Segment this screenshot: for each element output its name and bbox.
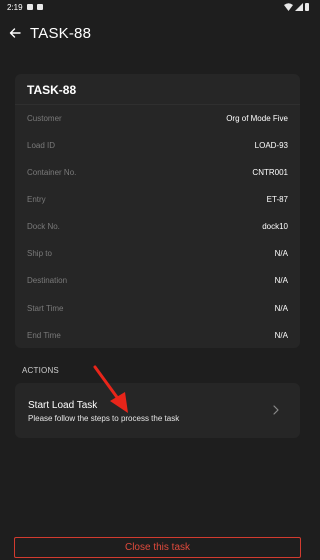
detail-row-destination: Destination N/A	[27, 273, 288, 287]
close-task-button[interactable]: Close this task	[14, 537, 301, 558]
detail-value: N/A	[274, 248, 288, 258]
detail-value: Org of Mode Five	[226, 113, 288, 123]
detail-value: CNTR001	[252, 167, 288, 177]
wifi-icon	[284, 3, 293, 11]
detail-label: Dock No.	[27, 221, 60, 231]
detail-label: Ship to	[27, 248, 52, 258]
card-title: TASK-88	[27, 83, 77, 97]
detail-row-dock-no: Dock No. dock10	[27, 219, 288, 233]
detail-value: dock10	[262, 221, 288, 231]
signal-icon	[295, 3, 303, 11]
app-bar: TASK-88	[0, 18, 315, 48]
card-divider	[15, 104, 300, 105]
detail-label: Start Time	[27, 303, 64, 313]
detail-value: N/A	[274, 330, 288, 340]
actions-section-label: ACTIONS	[22, 366, 59, 375]
detail-row-end-time: End Time N/A	[27, 328, 288, 342]
chevron-right-icon	[273, 405, 279, 415]
detail-row-start-time: Start Time N/A	[27, 301, 288, 315]
back-button[interactable]	[8, 26, 22, 40]
detail-value: ET-87	[266, 194, 288, 204]
detail-value: LOAD-93	[254, 140, 288, 150]
detail-label: Container No.	[27, 167, 77, 177]
status-left: 2:19	[7, 3, 43, 12]
detail-label: Entry	[27, 194, 46, 204]
detail-row-ship-to: Ship to N/A	[27, 246, 288, 260]
back-arrow-icon	[9, 28, 21, 38]
detail-value: N/A	[274, 275, 288, 285]
battery-icon	[305, 3, 309, 11]
detail-label: End Time	[27, 330, 61, 340]
action-title: Start Load Task	[28, 400, 98, 411]
task-details-card: TASK-88 Customer Org of Mode Five Load I…	[15, 74, 300, 348]
detail-label: Customer	[27, 113, 62, 123]
detail-value: N/A	[274, 303, 288, 313]
detail-row-load-id: Load ID LOAD-93	[27, 138, 288, 152]
status-time: 2:19	[7, 2, 23, 12]
page-title: TASK-88	[30, 24, 92, 42]
start-load-task-button[interactable]: Start Load Task Please follow the steps …	[15, 383, 300, 438]
detail-row-container-no: Container No. CNTR001	[27, 165, 288, 179]
action-subtitle: Please follow the steps to process the t…	[28, 414, 180, 423]
notification-icon-2	[36, 4, 43, 10]
status-right	[284, 3, 309, 11]
detail-label: Destination	[27, 275, 68, 285]
detail-row-entry: Entry ET-87	[27, 192, 288, 206]
status-bar: 2:19	[0, 0, 315, 14]
detail-label: Load ID	[27, 140, 56, 150]
detail-row-customer: Customer Org of Mode Five	[27, 111, 288, 125]
notification-icon	[26, 4, 33, 10]
